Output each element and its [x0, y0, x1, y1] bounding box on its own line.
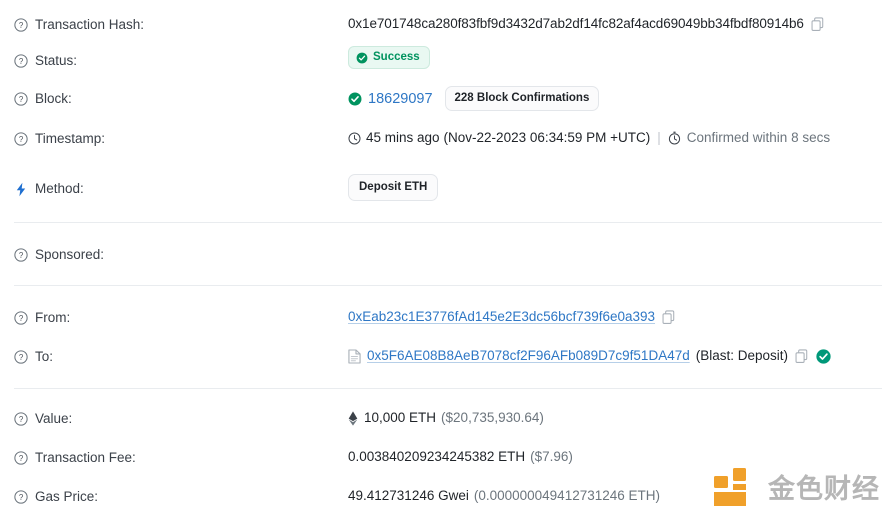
check-circle-icon: [348, 92, 362, 106]
svg-text:?: ?: [19, 314, 24, 323]
row-sponsored: ? Sponsored:: [0, 223, 896, 264]
check-circle-icon: [356, 52, 368, 64]
lightning-bolt-icon: [14, 182, 28, 197]
block-number-link[interactable]: 18629097: [368, 90, 433, 108]
contract-document-icon: [348, 348, 361, 364]
row-value: ? Value: 10,000 ETH ($20,735,930.64): [0, 389, 896, 428]
copy-icon[interactable]: [662, 309, 676, 325]
timestamp-confirmed: Confirmed within 8 secs: [686, 130, 831, 145]
label-timestamp: ? Timestamp:: [14, 129, 348, 148]
label-to: ? To:: [14, 347, 348, 366]
label-text: Transaction Hash:: [35, 17, 145, 32]
help-icon[interactable]: ?: [14, 350, 28, 364]
transaction-details-panel: ? Transaction Hash: 0x1e701748ca280f83fb…: [0, 0, 896, 520]
row-to: ? To: 0x5F6AE08B8AeB7078cf2F96AFb089D7c9…: [0, 327, 896, 366]
help-icon[interactable]: ?: [14, 92, 28, 106]
label-text: Sponsored:: [35, 247, 105, 262]
label-text: Status:: [35, 53, 78, 68]
label-gas-price: ? Gas Price:: [14, 487, 348, 506]
label-transaction-fee: ? Transaction Fee:: [14, 448, 348, 467]
svg-text:?: ?: [19, 21, 24, 30]
value-from: 0xEab23c1E3776fAd145e2E3dc56bcf739f6e0a3…: [348, 308, 882, 326]
value-status: Success: [348, 46, 882, 69]
label-text: Value:: [35, 411, 73, 426]
timestamp-absolute: (Nov-22-2023 06:34:59 PM +UTC): [443, 130, 651, 145]
value-block: 18629097 228 Block Confirmations: [348, 86, 882, 111]
value-method: Deposit ETH: [348, 174, 882, 201]
label-text: Block:: [35, 91, 72, 106]
label-text: Timestamp:: [35, 131, 106, 146]
value-usd-amount: ($20,735,930.64): [441, 410, 544, 425]
value-timestamp: 45 mins ago (Nov-22-2023 06:34:59 PM +UT…: [348, 129, 882, 147]
svg-text:?: ?: [19, 353, 24, 362]
label-text: Gas Price:: [35, 489, 99, 504]
stopwatch-icon: [668, 131, 681, 145]
help-icon[interactable]: ?: [14, 311, 28, 325]
svg-text:?: ?: [19, 251, 24, 260]
to-address-tag: (Blast: Deposit): [695, 348, 789, 363]
label-transaction-hash: ? Transaction Hash:: [14, 15, 348, 34]
gas-eth-amount: (0.000000049412731246 ETH): [473, 488, 661, 503]
help-icon[interactable]: ?: [14, 490, 28, 504]
label-sponsored: ? Sponsored:: [14, 245, 348, 264]
value-to: 0x5F6AE08B8AeB7078cf2F96AFb089D7c9f51DA4…: [348, 347, 882, 365]
transaction-hash-value: 0x1e701748ca280f83fbf9d3432d7ab2df14fc82…: [348, 16, 804, 31]
method-badge: Deposit ETH: [348, 174, 439, 201]
label-text: Method:: [35, 181, 84, 196]
svg-text:?: ?: [19, 95, 24, 104]
timestamp-separator: |: [657, 130, 661, 145]
status-badge-label: Success: [373, 51, 420, 63]
row-block: ? Block: 18629097 228 Block Confirmation…: [0, 70, 896, 111]
value-gas-price: 49.412731246 Gwei (0.000000049412731246 …: [348, 487, 882, 505]
help-icon[interactable]: ?: [14, 132, 28, 146]
svg-text:?: ?: [19, 135, 24, 144]
label-value: ? Value:: [14, 409, 348, 428]
clock-icon: [348, 131, 361, 145]
row-status: ? Status: Success: [0, 34, 896, 70]
value-transaction-hash: 0x1e701748ca280f83fbf9d3432d7ab2df14fc82…: [348, 15, 882, 33]
svg-text:?: ?: [19, 57, 24, 66]
fee-usd-amount: ($7.96): [530, 449, 573, 464]
svg-text:?: ?: [19, 415, 24, 424]
label-text: From:: [35, 310, 71, 325]
ethereum-diamond-icon: [348, 410, 358, 426]
label-status: ? Status:: [14, 46, 348, 70]
label-method: Method:: [14, 174, 348, 198]
timestamp-age: 45 mins ago: [366, 130, 440, 145]
fee-eth-amount: 0.003840209234245382 ETH: [348, 449, 526, 464]
row-method: Method: Deposit ETH: [0, 148, 896, 201]
svg-text:?: ?: [19, 454, 24, 463]
gas-gwei-amount: 49.412731246 Gwei: [348, 488, 469, 503]
row-gas-price: ? Gas Price: 49.412731246 Gwei (0.000000…: [0, 467, 896, 506]
copy-icon[interactable]: [811, 16, 825, 32]
help-icon[interactable]: ?: [14, 248, 28, 262]
copy-icon[interactable]: [795, 348, 809, 364]
label-text: Transaction Fee:: [35, 450, 136, 465]
value-eth-amount: 10,000 ETH: [364, 410, 437, 425]
svg-text:?: ?: [19, 493, 24, 502]
row-timestamp: ? Timestamp: 45 mins ago (Nov-22-2023 06…: [0, 111, 896, 148]
label-text: To:: [35, 349, 54, 364]
row-from: ? From: 0xEab23c1E3776fAd145e2E3dc56bcf7…: [0, 286, 896, 327]
help-icon[interactable]: ?: [14, 54, 28, 68]
row-transaction-fee: ? Transaction Fee: 0.003840209234245382 …: [0, 428, 896, 467]
label-block: ? Block:: [14, 86, 348, 108]
to-address-link[interactable]: 0x5F6AE08B8AeB7078cf2F96AFb089D7c9f51DA4…: [367, 347, 690, 365]
value-amount: 10,000 ETH ($20,735,930.64): [348, 409, 882, 427]
row-transaction-hash: ? Transaction Hash: 0x1e701748ca280f83fb…: [0, 0, 896, 34]
verified-check-icon: [816, 348, 831, 364]
help-icon[interactable]: ?: [14, 451, 28, 465]
label-from: ? From:: [14, 308, 348, 327]
help-icon[interactable]: ?: [14, 412, 28, 426]
from-address-link[interactable]: 0xEab23c1E3776fAd145e2E3dc56bcf739f6e0a3…: [348, 308, 655, 326]
help-icon[interactable]: ?: [14, 18, 28, 32]
value-transaction-fee: 0.003840209234245382 ETH ($7.96): [348, 448, 882, 466]
block-confirmations-badge: 228 Block Confirmations: [444, 86, 600, 111]
status-badge: Success: [348, 46, 430, 69]
